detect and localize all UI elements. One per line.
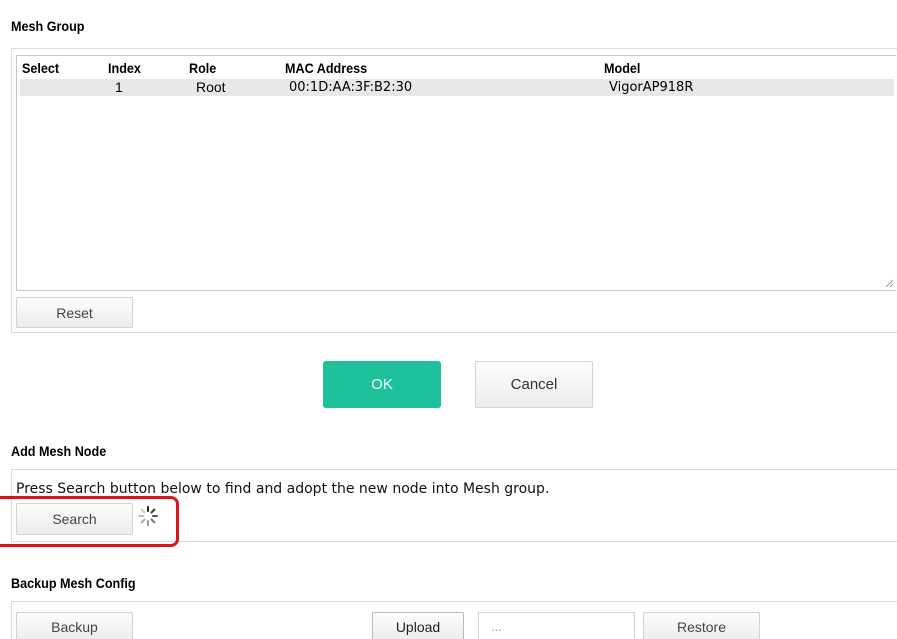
add-mesh-node-description: Press Search button below to find and ad…: [16, 481, 550, 497]
cell-mac-address: 00:1D:AA:3F:B2:30: [289, 80, 413, 95]
file-name-field[interactable]: ...: [478, 612, 635, 639]
column-header-model: Model: [604, 60, 641, 76]
cell-model: VigorAP918R: [609, 80, 694, 95]
add-mesh-node-title: Add Mesh Node: [11, 443, 107, 459]
cancel-button[interactable]: Cancel: [475, 361, 593, 408]
resize-grip-icon[interactable]: [885, 279, 893, 287]
upload-button[interactable]: Upload: [372, 612, 464, 639]
backup-mesh-config-title: Backup Mesh Config: [11, 575, 136, 591]
search-highlight-annotation: [0, 496, 179, 547]
reset-button[interactable]: Reset: [16, 297, 133, 328]
column-header-index: Index: [108, 60, 141, 76]
restore-button[interactable]: Restore: [643, 612, 760, 639]
mesh-group-title: Mesh Group: [11, 18, 85, 34]
column-header-mac-address: MAC Address: [285, 60, 368, 76]
cell-role: Root: [196, 79, 226, 95]
table-row[interactable]: 1 Root 00:1D:AA:3F:B2:30 VigorAP918R: [20, 79, 894, 96]
column-header-role: Role: [189, 60, 217, 76]
ok-button[interactable]: OK: [323, 361, 441, 408]
column-header-select: Select: [22, 60, 60, 76]
mesh-group-list[interactable]: Select Index Role MAC Address Model 1 Ro…: [16, 55, 896, 291]
cell-index: 1: [115, 79, 123, 95]
backup-button[interactable]: Backup: [16, 612, 133, 639]
